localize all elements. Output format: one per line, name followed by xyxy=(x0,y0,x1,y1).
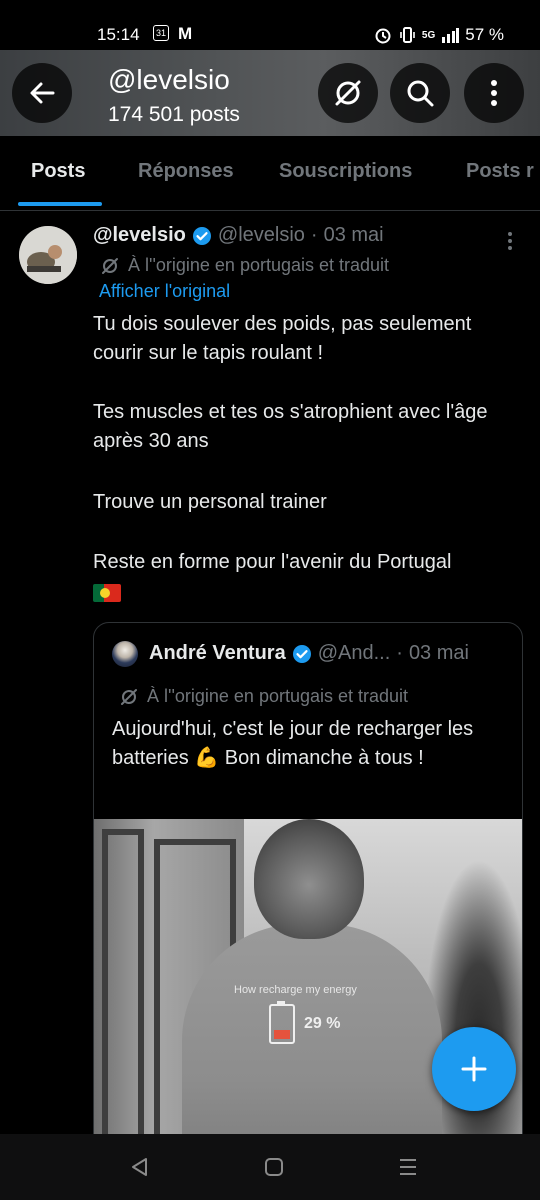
grok-button[interactable] xyxy=(318,63,378,123)
post-author-name[interactable]: @levelsio xyxy=(93,224,186,247)
media-person-body xyxy=(182,924,442,1163)
quote-separator: · xyxy=(396,642,403,664)
vibrate-icon xyxy=(400,27,415,43)
translate-icon xyxy=(121,688,137,705)
quote-date: 03 mai xyxy=(408,642,469,664)
search-icon xyxy=(407,80,434,107)
quote-translation-text: À l''origine en portugais et traduit xyxy=(147,686,409,706)
system-indicators: 5G 57 % xyxy=(374,25,504,45)
avatar-image xyxy=(19,226,77,284)
plus-icon xyxy=(461,1056,487,1082)
media-door-frame xyxy=(102,829,144,1163)
system-navigation-bar xyxy=(0,1134,540,1200)
quote-translation-note: À l''origine en portugais et traduit xyxy=(119,686,408,707)
quote-handle: @And... xyxy=(317,642,391,664)
profile-tabs: Posts Réponses Souscriptions Posts r xyxy=(0,136,540,211)
quote-author-name: André Ventura xyxy=(149,642,286,664)
media-person-head xyxy=(254,819,364,939)
tab-posts[interactable]: Posts xyxy=(31,160,85,183)
media-battery-percent: 29 % xyxy=(304,1015,341,1032)
quote-text: Aujourd'hui, c'est le jour de recharger … xyxy=(112,718,474,769)
signal-icon xyxy=(442,28,460,43)
media-shirt-text: How recharge my energy xyxy=(234,984,357,996)
translation-note: À l''origine en portugais et traduit xyxy=(100,255,389,276)
grok-icon xyxy=(335,80,361,106)
status-time: 15:14 xyxy=(97,25,140,44)
nav-home-icon[interactable] xyxy=(262,1156,286,1178)
post-separator: · xyxy=(310,224,318,246)
battery-graphic-icon xyxy=(269,1001,295,1044)
verified-badge-icon xyxy=(192,226,211,245)
tab-subscriptions[interactable]: Souscriptions xyxy=(279,160,412,183)
gmail-icon: M xyxy=(178,24,193,43)
tab-replies[interactable]: Réponses xyxy=(138,160,234,183)
search-button[interactable] xyxy=(390,63,450,123)
tab-posts-r[interactable]: Posts r xyxy=(466,160,534,183)
translate-icon xyxy=(102,257,118,274)
post-handle[interactable]: @levelsio xyxy=(218,224,305,247)
header-title: @levelsio xyxy=(108,64,230,95)
post-more-icon[interactable] xyxy=(500,230,520,252)
header-post-count: 174 501 posts xyxy=(108,103,240,126)
quote-header: André Ventura @And... · 03 mai xyxy=(149,642,469,665)
verified-badge-icon xyxy=(292,644,311,663)
post-date[interactable]: 03 mai xyxy=(324,224,384,247)
status-bar: 15:14 31 M 5G 57 % xyxy=(0,0,540,50)
translation-note-text: À l''origine en portugais et traduit xyxy=(128,255,390,275)
post-paragraph-1: Tu dois soulever des poids, pas seulemen… xyxy=(93,313,472,364)
more-vertical-icon xyxy=(491,80,497,106)
nav-back-icon[interactable] xyxy=(128,1156,152,1178)
post-paragraph-2: Tes muscles et tes os s'atrophient avec … xyxy=(93,401,488,452)
post-header: @levelsio @levelsio · 03 mai xyxy=(93,224,384,247)
network-type: 5G xyxy=(421,29,436,41)
back-button[interactable] xyxy=(12,63,72,123)
more-options-button[interactable] xyxy=(464,63,524,123)
quote-media-video[interactable]: How recharge my energy 29 % xyxy=(94,819,522,1163)
nav-recents-icon[interactable] xyxy=(396,1156,420,1178)
show-original-link[interactable]: Afficher l'original xyxy=(99,281,230,302)
battery-level: 57 % xyxy=(465,25,504,44)
avatar[interactable] xyxy=(19,226,77,284)
back-arrow-icon xyxy=(30,82,55,104)
quote-avatar xyxy=(112,641,138,667)
calendar-icon: 31 xyxy=(153,25,169,41)
portugal-flag-icon xyxy=(93,584,121,602)
profile-header: @levelsio 174 501 posts xyxy=(0,50,540,136)
post-paragraph-4: Reste en forme pour l'avenir du Portugal xyxy=(93,551,452,573)
compose-button[interactable] xyxy=(432,1027,516,1111)
alarm-icon xyxy=(375,28,391,44)
post-paragraph-3: Trouve un personal trainer xyxy=(93,491,327,513)
active-tab-indicator xyxy=(18,202,102,206)
